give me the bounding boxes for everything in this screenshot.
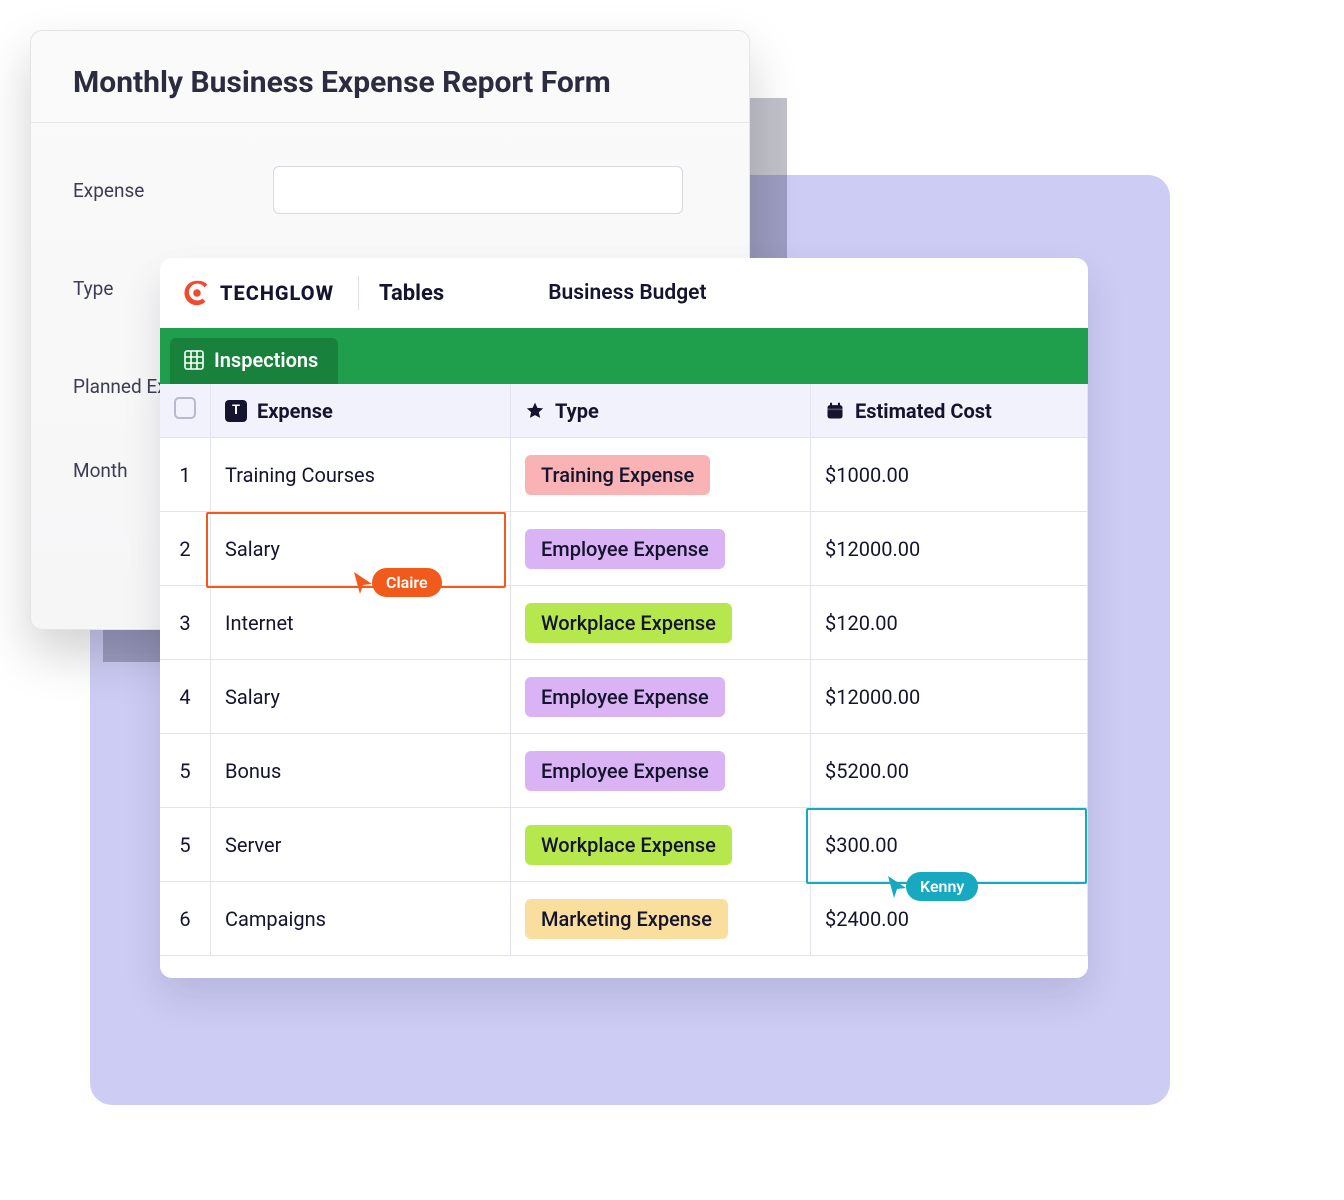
cell-expense[interactable]: Internet [211, 586, 511, 660]
cell-cost[interactable]: $2400.00 [811, 882, 1088, 956]
table-row[interactable]: 5Bonus Employee Expense $5200.00 [160, 734, 1088, 808]
cell-type[interactable]: Marketing Expense [511, 882, 811, 956]
cell-cost[interactable]: $120.00 [811, 586, 1088, 660]
type-pill: Training Expense [525, 455, 710, 495]
grid-icon [184, 350, 204, 370]
table-row[interactable]: 5Server Workplace Expense $300.00 [160, 808, 1088, 882]
row-index: 4 [160, 660, 211, 734]
checkbox-icon [174, 397, 196, 419]
divider [358, 276, 359, 310]
column-label: Estimated Cost [855, 399, 992, 423]
type-pill: Employee Expense [525, 677, 725, 717]
text-column-icon: T [225, 400, 247, 422]
cell-type[interactable]: Employee Expense [511, 660, 811, 734]
logo-icon [182, 278, 212, 308]
brand-name: TECHGLOW [220, 281, 334, 305]
type-pill: Workplace Expense [525, 825, 732, 865]
form-label: Expense [73, 179, 273, 202]
document-title[interactable]: Business Budget [548, 281, 706, 305]
cell-expense[interactable]: Salary [211, 512, 511, 586]
calendar-icon [825, 401, 845, 421]
form-title: Monthly Business Expense Report Form [31, 31, 749, 123]
cell-expense[interactable]: Training Courses [211, 438, 511, 512]
star-icon [525, 401, 545, 421]
cell-cost[interactable]: $300.00 [811, 808, 1088, 882]
cell-cost[interactable]: $5200.00 [811, 734, 1088, 808]
table-row[interactable]: 1Training Courses Training Expense $1000.0… [160, 438, 1088, 512]
table-row[interactable]: 2Salary Employee Expense $12000.00 [160, 512, 1088, 586]
cell-cost[interactable]: $12000.00 [811, 660, 1088, 734]
cell-expense[interactable]: Salary [211, 660, 511, 734]
brand-logo: TECHGLOW [182, 278, 334, 308]
app-section[interactable]: Tables [379, 281, 444, 306]
expense-table: T Expense Type [160, 384, 1088, 956]
type-pill: Employee Expense [525, 529, 725, 569]
cell-type[interactable]: Training Expense [511, 438, 811, 512]
cell-expense[interactable]: Bonus [211, 734, 511, 808]
type-pill: Workplace Expense [525, 603, 732, 643]
sheet-tab-inspections[interactable]: Inspections [170, 338, 338, 384]
row-index: 3 [160, 586, 211, 660]
cell-expense[interactable]: Server [211, 808, 511, 882]
column-header-type[interactable]: Type [511, 384, 811, 438]
row-index: 2 [160, 512, 211, 586]
row-index: 1 [160, 438, 211, 512]
app-bar: TECHGLOW Tables Business Budget [160, 258, 1088, 328]
cell-expense[interactable]: Campaigns [211, 882, 511, 956]
type-pill: Marketing Expense [525, 899, 728, 939]
column-label: Expense [257, 399, 333, 423]
row-index: 5 [160, 808, 211, 882]
row-index: 6 [160, 882, 211, 956]
cell-type[interactable]: Workplace Expense [511, 808, 811, 882]
table-row[interactable]: 4Salary Employee Expense $12000.00 [160, 660, 1088, 734]
form-row-expense: Expense [73, 141, 707, 239]
cell-type[interactable]: Employee Expense [511, 734, 811, 808]
expense-input[interactable] [273, 166, 683, 214]
column-header-cost[interactable]: Estimated Cost [811, 384, 1088, 438]
table-row[interactable]: 6Campaigns Marketing Expense $2400.00 [160, 882, 1088, 956]
table-app-card: TECHGLOW Tables Business Budget Inspecti… [160, 258, 1088, 978]
column-label: Type [555, 399, 599, 423]
select-all-header[interactable] [160, 384, 211, 438]
cell-cost[interactable]: $1000.00 [811, 438, 1088, 512]
column-header-expense[interactable]: T Expense [211, 384, 511, 438]
cell-type[interactable]: Employee Expense [511, 512, 811, 586]
type-pill: Employee Expense [525, 751, 725, 791]
cell-type[interactable]: Workplace Expense [511, 586, 811, 660]
row-index: 5 [160, 734, 211, 808]
sheet-tab-label: Inspections [214, 348, 318, 372]
sheet-tab-bar: Inspections [160, 328, 1088, 384]
table-row[interactable]: 3Internet Workplace Expense $120.00 [160, 586, 1088, 660]
cell-cost[interactable]: $12000.00 [811, 512, 1088, 586]
